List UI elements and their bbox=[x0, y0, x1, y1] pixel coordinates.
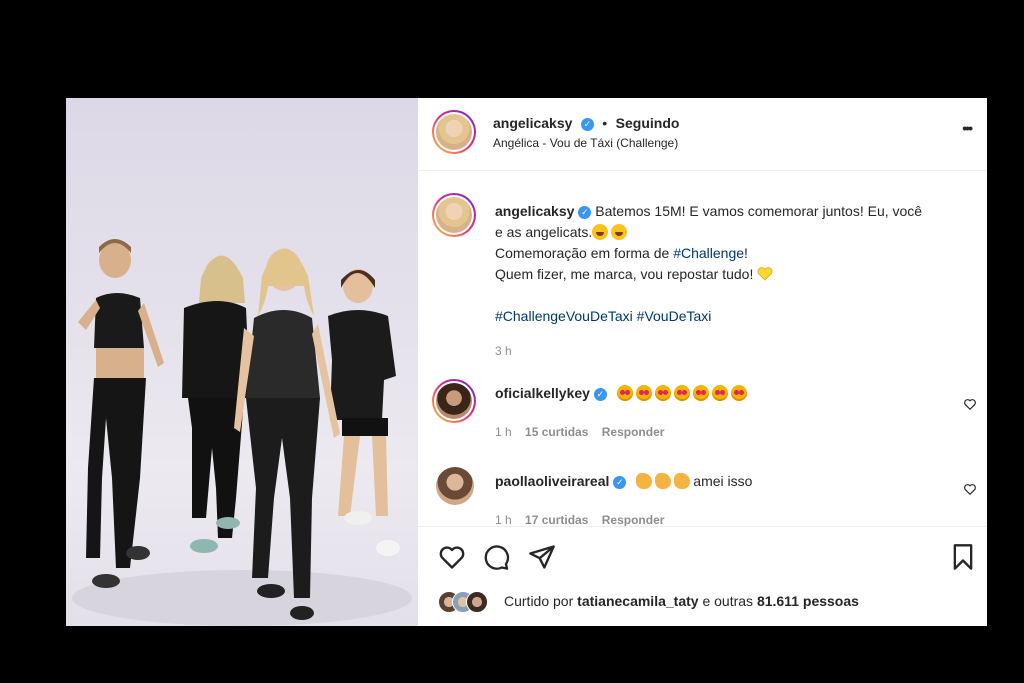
like-icon[interactable] bbox=[438, 543, 466, 571]
liked-by-suffix: e outras bbox=[702, 593, 754, 609]
audio-track[interactable]: Angélica - Vou de Táxi (Challenge) bbox=[493, 136, 678, 150]
verified-badge-icon: ✓ bbox=[593, 388, 607, 401]
caption-line-3: Comemoração em forma de bbox=[495, 245, 674, 261]
author-avatar[interactable] bbox=[432, 110, 476, 154]
laughing-emoji-icon bbox=[592, 224, 609, 240]
dancer-3 bbox=[234, 248, 340, 620]
follow-status[interactable]: Seguindo bbox=[616, 115, 680, 131]
hashtag-challenge[interactable]: #Challenge bbox=[673, 245, 744, 261]
commenter-username[interactable]: oficialkellykey bbox=[495, 385, 590, 401]
dancers-illustration bbox=[72, 239, 412, 626]
hashtag-voudetaxi[interactable]: #VouDeTaxi bbox=[637, 308, 712, 324]
caption-body: angelicaksy ✓ Batemos 15M! E vamos comemo… bbox=[495, 201, 985, 362]
hashtag-challengevoudetaxi[interactable]: #ChallengeVouDeTaxi bbox=[495, 308, 633, 324]
clapping-emoji-icon bbox=[636, 473, 653, 489]
heart-eyes-emoji-icon bbox=[616, 385, 633, 401]
reply-button[interactable]: Responder bbox=[602, 513, 665, 526]
more-icon[interactable]: ••• bbox=[962, 120, 973, 136]
commenter-username[interactable]: paollaoliveirareal bbox=[495, 473, 609, 489]
share-icon[interactable] bbox=[528, 543, 556, 571]
comment-time: 1 h bbox=[495, 513, 512, 526]
liked-by-text: Curtido por tatianecamila_taty e outras … bbox=[504, 593, 859, 609]
likes-word[interactable]: pessoas bbox=[803, 593, 859, 609]
yellow-heart-icon bbox=[757, 267, 773, 281]
header-separator: • bbox=[602, 115, 608, 131]
post-sidebar: angelicaksy ✓ • Seguindo Angélica - Vou … bbox=[418, 98, 987, 626]
reply-button[interactable]: Responder bbox=[602, 425, 665, 439]
liked-by-user[interactable]: tatianecamila_taty bbox=[577, 593, 698, 609]
caption-line-2: e as angelicats. bbox=[495, 224, 593, 240]
post-video[interactable] bbox=[66, 98, 418, 626]
heart-eyes-emoji-icon bbox=[692, 385, 709, 401]
heart-eyes-emoji-icon bbox=[711, 385, 728, 401]
caption-line-4: Quem fizer, me marca, vou repostar tudo! bbox=[495, 266, 754, 282]
author-username[interactable]: angelicaksy bbox=[493, 115, 572, 131]
comment-text: amei isso bbox=[693, 473, 753, 489]
instagram-post: angelicaksy ✓ • Seguindo Angélica - Vou … bbox=[66, 98, 987, 626]
comment-emojis bbox=[616, 385, 750, 401]
liked-by-avatars bbox=[438, 591, 498, 613]
action-bar: Curtido por tatianecamila_taty e outras … bbox=[418, 526, 987, 626]
heart-eyes-emoji-icon bbox=[730, 385, 747, 401]
caption-line-3-end: ! bbox=[744, 245, 748, 261]
heart-small-icon[interactable] bbox=[963, 397, 977, 411]
dancer-1 bbox=[78, 239, 164, 588]
commenter-avatar[interactable] bbox=[436, 467, 474, 505]
laughing-emoji-icon bbox=[611, 224, 628, 240]
verified-badge-icon: ✓ bbox=[578, 206, 592, 219]
heart-eyes-emoji-icon bbox=[635, 385, 652, 401]
comments-section: angelicaksy ✓ Batemos 15M! E vamos comemo… bbox=[418, 171, 987, 526]
dancer-4 bbox=[328, 269, 400, 556]
likes-count[interactable]: 81.611 bbox=[757, 593, 799, 609]
caption-line-1: Batemos 15M! E vamos comemorar juntos! E… bbox=[595, 203, 923, 219]
commenter-avatar[interactable] bbox=[432, 379, 476, 423]
heart-eyes-emoji-icon bbox=[654, 385, 671, 401]
comment-likes[interactable]: 17 curtidas bbox=[525, 513, 588, 526]
heart-eyes-emoji-icon bbox=[673, 385, 690, 401]
caption-username[interactable]: angelicaksy bbox=[495, 203, 574, 219]
verified-badge-icon: ✓ bbox=[613, 476, 627, 489]
caption-time: 3 h bbox=[495, 344, 512, 358]
post-header: angelicaksy ✓ • Seguindo Angélica - Vou … bbox=[418, 98, 987, 171]
heart-small-icon[interactable] bbox=[963, 482, 977, 496]
liked-by-prefix: Curtido por bbox=[504, 593, 574, 609]
caption-avatar[interactable] bbox=[432, 193, 476, 237]
clapping-emoji-icon bbox=[655, 473, 672, 489]
clapping-emoji-icon bbox=[674, 473, 691, 489]
comment-icon[interactable] bbox=[482, 543, 510, 571]
comment-time: 1 h bbox=[495, 425, 512, 439]
save-icon[interactable] bbox=[949, 543, 977, 571]
verified-badge-icon: ✓ bbox=[580, 118, 594, 131]
comment-likes[interactable]: 15 curtidas bbox=[525, 425, 588, 439]
